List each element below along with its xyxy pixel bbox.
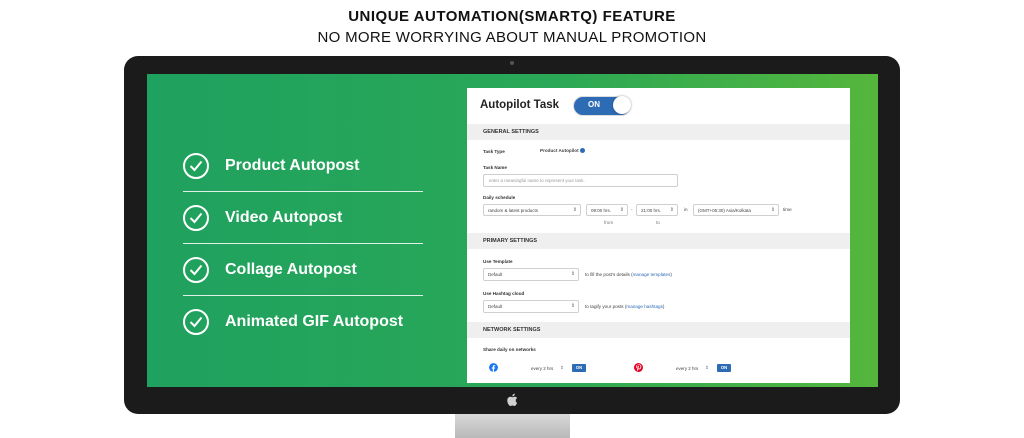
pinterest-icon — [634, 363, 643, 372]
facebook-frequency[interactable]: every 2 hrs — [531, 366, 553, 371]
select-arrow-icon: ⇕ — [570, 303, 575, 309]
time-dash: - — [631, 207, 633, 212]
task-name-placeholder: enter a meaningful name to represent you… — [489, 178, 585, 183]
select-arrow-icon: ⇕ — [705, 365, 709, 370]
feature-item: Collage Autopost — [183, 244, 423, 296]
select-arrow-icon: ⇕ — [570, 271, 575, 277]
feature-label: Animated GIF Autopost — [225, 313, 404, 330]
task-name-label: Task Name — [483, 165, 507, 170]
check-circle-icon — [183, 309, 209, 335]
manage-templates-link[interactable]: manage templates — [633, 272, 671, 277]
feature-list: Product Autopost Video Autopost Collage … — [183, 140, 423, 348]
feature-item: Product Autopost — [183, 140, 423, 192]
feature-item: Animated GIF Autopost — [183, 296, 423, 348]
select-arrow-icon: ⇕ — [669, 207, 674, 213]
task-type-label: Task Type — [483, 149, 505, 154]
select-arrow-icon: ⇕ — [619, 207, 624, 213]
task-type-value-text: Product Autopilot — [540, 148, 579, 153]
task-name-input[interactable]: enter a meaningful name to represent you… — [483, 174, 678, 187]
camera-icon — [510, 61, 514, 65]
facebook-on-button[interactable]: ON — [572, 364, 586, 372]
to-label: to — [656, 220, 660, 225]
from-label: from — [604, 220, 614, 225]
pinterest-frequency[interactable]: every 2 hrs — [676, 366, 698, 371]
task-type-value: Product Autopilot — [540, 148, 585, 154]
panel-header: Autopilot Task ON — [467, 88, 850, 124]
autopilot-toggle[interactable]: ON — [573, 96, 631, 116]
hashtag-select[interactable]: Default ⇕ — [483, 300, 579, 313]
share-daily-label: Share daily on networks — [483, 347, 536, 352]
to-time-value: 21:00 hrs. — [641, 208, 662, 213]
timezone-value: (GMT+05:30) Asia/Kolkata — [698, 208, 751, 213]
manage-hashtags-link[interactable]: manage hashtags — [626, 304, 663, 309]
feature-label: Collage Autopost — [225, 260, 357, 278]
hashtag-note: to tagify your posts (manage hashtags) — [585, 304, 664, 309]
select-arrow-icon: ⇕ — [560, 365, 564, 370]
select-arrow-icon: ⇕ — [572, 207, 577, 213]
from-time-select[interactable]: 09:00 hrs. ⇕ — [586, 204, 628, 216]
network-settings-heading: NETWORK SETTINGS — [467, 322, 850, 338]
template-note-text: to fill the post's details ( — [585, 272, 633, 277]
primary-settings-heading-text: PRIMARY SETTINGS — [483, 238, 538, 244]
check-circle-icon — [183, 152, 209, 179]
pinterest-on-button[interactable]: ON — [717, 364, 731, 372]
template-note: to fill the post's details (manage templ… — [585, 272, 672, 277]
select-arrow-icon: ⇕ — [770, 207, 775, 213]
in-text: in — [684, 207, 688, 212]
template-value: Default — [488, 272, 503, 277]
time-suffix: time — [783, 207, 792, 212]
headline-subtitle: NO MORE WORRYING ABOUT MANUAL PROMOTION — [317, 29, 707, 46]
daily-schedule-label: Daily schedule — [483, 195, 516, 200]
primary-settings-heading: PRIMARY SETTINGS — [467, 233, 850, 249]
check-circle-icon — [183, 204, 209, 231]
panel-title: Autopilot Task — [480, 99, 560, 111]
network-settings-heading-text: NETWORK SETTINGS — [483, 327, 541, 333]
schedule-mode-value: random & latest products — [488, 208, 539, 213]
toggle-knob — [613, 96, 631, 114]
hashtag-note-text: to tagify your posts ( — [585, 304, 627, 309]
headline-title: UNIQUE AUTOMATION(SMARTQ) FEATURE — [348, 8, 676, 25]
schedule-mode-select[interactable]: random & latest products ⇕ — [483, 204, 581, 216]
general-settings-heading: GENERAL SETTINGS — [467, 124, 850, 140]
check-circle-icon — [183, 256, 209, 283]
toggle-label: ON — [588, 100, 600, 109]
autopilot-task-panel: Autopilot Task ON GENERAL SETTINGS Task … — [467, 88, 850, 383]
apple-logo-icon — [507, 393, 518, 407]
headline: UNIQUE AUTOMATION(SMARTQ) FEATURE NO MOR… — [0, 8, 1024, 48]
timezone-select[interactable]: (GMT+05:30) Asia/Kolkata ⇕ — [693, 204, 779, 216]
hashtag-cloud-label: Use Hashtag cloud — [483, 291, 525, 296]
facebook-icon — [489, 363, 498, 372]
hashtag-value: Default — [488, 304, 503, 309]
monitor-stand — [455, 414, 570, 438]
hashtag-note-end: ) — [662, 304, 665, 309]
general-settings-heading-text: GENERAL SETTINGS — [483, 129, 539, 135]
feature-item: Video Autopost — [183, 192, 423, 244]
template-select[interactable]: Default ⇕ — [483, 268, 579, 281]
to-time-select[interactable]: 21:00 hrs. ⇕ — [636, 204, 678, 216]
feature-label: Product Autopost — [225, 156, 360, 174]
feature-label: Video Autopost — [225, 208, 343, 226]
from-time-value: 09:00 hrs. — [591, 208, 612, 213]
template-note-end: ) — [670, 272, 672, 277]
info-icon[interactable] — [579, 148, 585, 154]
use-template-label: Use Template — [483, 259, 513, 264]
